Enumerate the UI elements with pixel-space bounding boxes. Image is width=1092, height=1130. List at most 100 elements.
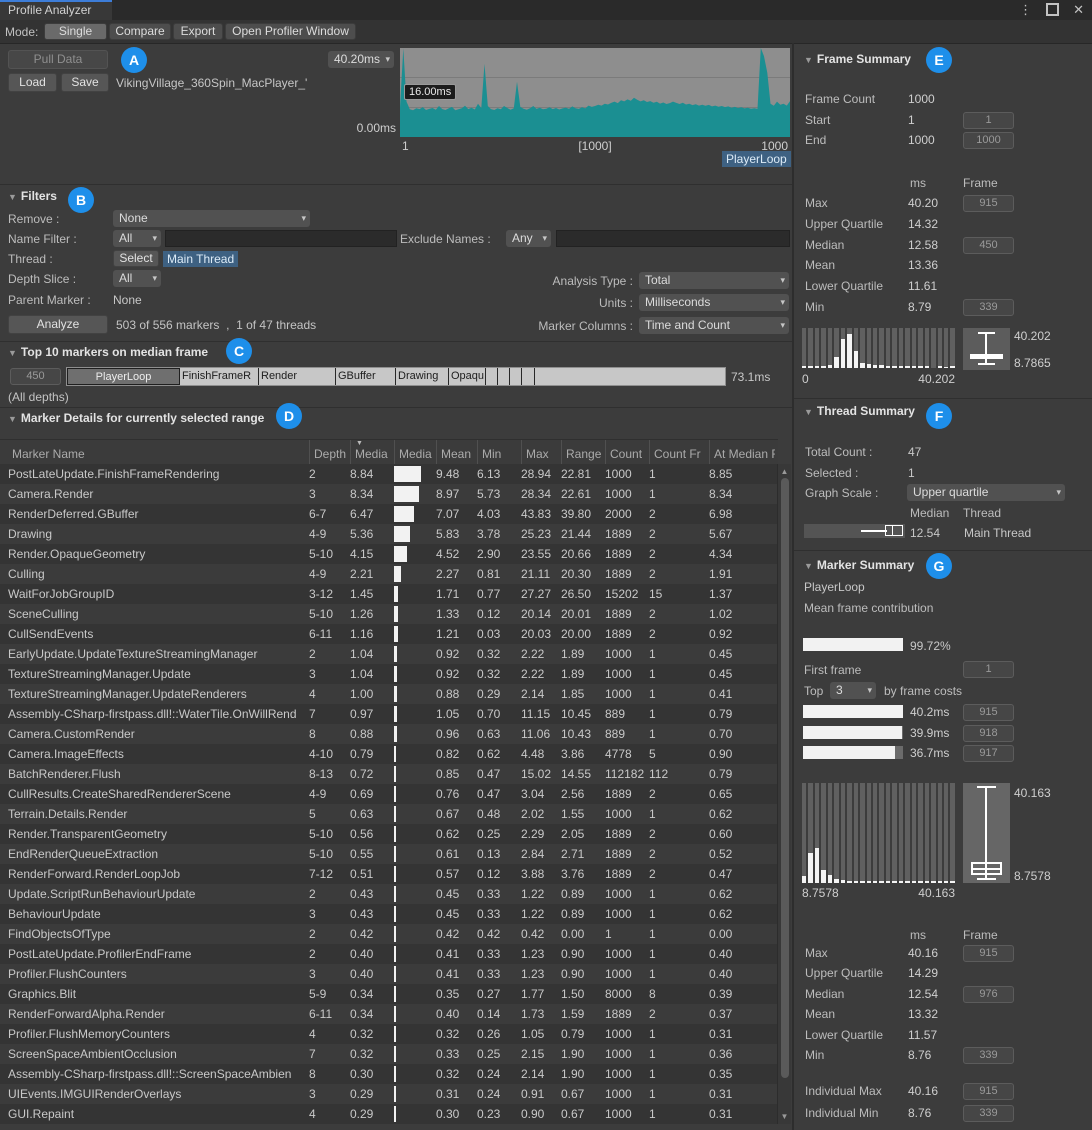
depth-slice-dropdown[interactable]: All▾ <box>113 270 161 287</box>
maximize-icon[interactable] <box>1046 3 1059 16</box>
table-row[interactable]: PostLateUpdate.ProfilerEndFrame20.400.41… <box>0 944 778 964</box>
frame-badge[interactable]: 917 <box>963 745 1014 762</box>
table-row[interactable]: Profiler.FlushMemoryCounters40.320.320.2… <box>0 1024 778 1044</box>
table-row[interactable]: Drawing4-95.365.833.7825.2321.44188925.6… <box>0 524 778 544</box>
top10-segment-gbuffer[interactable]: GBuffer <box>336 368 396 385</box>
column-header-max[interactable]: Max <box>521 440 558 465</box>
table-row[interactable]: Update.ScriptRunBehaviourUpdate20.430.45… <box>0 884 778 904</box>
top10-segment[interactable] <box>535 368 725 385</box>
table-row[interactable]: FindObjectsOfType20.420.420.420.420.0011… <box>0 924 778 944</box>
scroll-up-icon[interactable]: ▲ <box>778 467 791 476</box>
table-row[interactable]: Assembly-CSharp-firstpass.dll!::WaterTil… <box>0 704 778 724</box>
table-row[interactable]: RenderForward.RenderLoopJob7-120.510.570… <box>0 864 778 884</box>
frame-badge[interactable]: 339 <box>963 1105 1014 1122</box>
table-row[interactable]: Graphics.Blit5-90.340.350.271.771.508000… <box>0 984 778 1004</box>
frame-badge[interactable]: 915 <box>963 1083 1014 1100</box>
table-row[interactable]: RenderDeferred.GBuffer6-76.477.074.0343.… <box>0 504 778 524</box>
top10-segment[interactable] <box>522 368 535 385</box>
table-row[interactable]: UIEvents.IMGUIRenderOverlays30.290.310.2… <box>0 1084 778 1104</box>
name-filter-input[interactable] <box>165 230 397 247</box>
table-row[interactable]: EarlyUpdate.UpdateTextureStreamingManage… <box>0 644 778 664</box>
analyze-button[interactable]: Analyze <box>8 315 108 334</box>
table-row[interactable]: GUI.Repaint40.290.300.230.900.67100010.3… <box>0 1104 778 1124</box>
column-header-depth[interactable]: Depth <box>309 440 347 465</box>
table-row[interactable]: Profiler.FlushCounters30.400.410.331.230… <box>0 964 778 984</box>
open-profiler-window-button[interactable]: Open Profiler Window <box>225 23 356 40</box>
tab-profile-analyzer[interactable]: Profile Analyzer <box>0 0 112 20</box>
column-header-bar[interactable]: Media <box>394 440 432 465</box>
thread-selected-chip[interactable]: Main Thread <box>163 251 238 267</box>
name-filter-mode-dropdown[interactable]: All▾ <box>113 230 161 247</box>
exclude-mode-dropdown[interactable]: Any▾ <box>506 230 551 247</box>
table-row[interactable]: CullResults.CreateSharedRendererScene4-9… <box>0 784 778 804</box>
first-frame-badge[interactable]: 1 <box>963 661 1014 678</box>
frame-histogram[interactable] <box>802 328 955 368</box>
top10-segment-render[interactable]: Render <box>259 368 336 385</box>
top10-segment[interactable] <box>498 368 510 385</box>
exclude-names-input[interactable] <box>556 230 790 247</box>
top10-marker-bar[interactable]: PlayerLoopFinishFrameRRenderGBufferDrawi… <box>66 367 726 386</box>
analysis-type-dropdown[interactable]: Total▾ <box>639 272 789 289</box>
frame-badge[interactable]: 915 <box>963 945 1014 962</box>
top10-segment[interactable] <box>510 368 522 385</box>
frame-badge[interactable]: 915 <box>963 195 1014 212</box>
table-row[interactable]: Assembly-CSharp-firstpass.dll!::ScreenSp… <box>0 1064 778 1084</box>
table-scrollbar[interactable]: ▲ ▼ <box>777 464 791 1124</box>
top10-segment[interactable] <box>486 368 498 385</box>
table-row[interactable]: ScreenSpaceAmbientOcclusion70.320.330.25… <box>0 1044 778 1064</box>
column-header-count[interactable]: Count <box>605 440 646 465</box>
top10-section-header[interactable]: ▼Top 10 markers on median frame <box>8 345 208 359</box>
marker-summary-header[interactable]: ▼Marker Summary <box>804 558 914 572</box>
table-row[interactable]: Render.OpaqueGeometry5-104.154.522.9023.… <box>0 544 778 564</box>
scroll-down-icon[interactable]: ▼ <box>778 1112 791 1121</box>
frame-badge[interactable]: 1 <box>963 112 1014 129</box>
table-row[interactable]: BatchRenderer.Flush8-130.720.850.4715.02… <box>0 764 778 784</box>
frame-badge[interactable]: 450 <box>963 237 1014 254</box>
top10-segment-finishframer[interactable]: FinishFrameR <box>180 368 259 385</box>
top10-segment-drawing[interactable]: Drawing <box>396 368 449 385</box>
top10-segment-opaqu[interactable]: Opaqu <box>449 368 486 385</box>
table-row[interactable]: PostLateUpdate.FinishFrameRendering28.84… <box>0 464 778 484</box>
close-icon[interactable]: ✕ <box>1073 2 1084 17</box>
top-n-dropdown[interactable]: 3▾ <box>830 682 876 699</box>
graph-scale-dropdown[interactable]: 40.20ms▾ <box>328 51 394 68</box>
thread-graph-scale-dropdown[interactable]: Upper quartile▾ <box>907 484 1065 501</box>
save-button[interactable]: Save <box>61 73 109 92</box>
frame-badge[interactable]: 915 <box>963 704 1014 721</box>
thread-select-button[interactable]: Select <box>113 250 159 267</box>
pull-data-button[interactable]: Pull Data <box>8 50 108 69</box>
scrollbar-thumb[interactable] <box>781 478 789 1078</box>
column-header-range[interactable]: Range <box>561 440 602 465</box>
thread-summary-header[interactable]: ▼Thread Summary <box>804 404 915 418</box>
table-row[interactable]: RenderForwardAlpha.Render6-110.340.400.1… <box>0 1004 778 1024</box>
table-row[interactable]: Camera.ImageEffects4-100.790.820.624.483… <box>0 744 778 764</box>
marker-table-header[interactable]: Marker NameDepthMediaMediaMeanMinMaxRang… <box>0 439 778 466</box>
frame-badge[interactable]: 1000 <box>963 132 1014 149</box>
marker-columns-dropdown[interactable]: Time and Count▾ <box>639 317 789 334</box>
filters-section-header[interactable]: ▼Filters <box>8 189 57 203</box>
table-row[interactable]: TextureStreamingManager.Update31.040.920… <box>0 664 778 684</box>
top10-frame-badge[interactable]: 450 <box>10 368 61 385</box>
mode-export-button[interactable]: Export <box>173 23 223 40</box>
mode-single-button[interactable]: Single <box>44 23 107 40</box>
thread-name-value[interactable]: Main Thread <box>964 526 1031 540</box>
frame-badge[interactable]: 339 <box>963 299 1014 316</box>
marker-details-section-header[interactable]: ▼Marker Details for currently selected r… <box>8 411 264 425</box>
frame-badge[interactable]: 976 <box>963 986 1014 1003</box>
table-row[interactable]: TextureStreamingManager.UpdateRenderers4… <box>0 684 778 704</box>
mode-compare-button[interactable]: Compare <box>109 23 171 40</box>
table-row[interactable]: BehaviourUpdate30.430.450.331.220.891000… <box>0 904 778 924</box>
menu-kebab-icon[interactable]: ⋮ <box>1019 2 1032 17</box>
table-row[interactable]: EndRenderQueueExtraction5-100.550.610.13… <box>0 844 778 864</box>
units-dropdown[interactable]: Milliseconds▾ <box>639 294 789 311</box>
table-row[interactable]: Culling4-92.212.270.8121.1120.30188921.9… <box>0 564 778 584</box>
frame-badge[interactable]: 339 <box>963 1047 1014 1064</box>
frame-badge[interactable]: 918 <box>963 725 1014 742</box>
remove-dropdown[interactable]: None▾ <box>113 210 310 227</box>
graph-selection-chip[interactable]: PlayerLoop <box>722 151 791 167</box>
load-button[interactable]: Load <box>8 73 57 92</box>
table-row[interactable]: Render.TransparentGeometry5-100.560.620.… <box>0 824 778 844</box>
frame-summary-header[interactable]: ▼Frame Summary <box>804 52 911 66</box>
marker-histogram[interactable] <box>802 783 955 883</box>
column-header-cframe[interactable]: Count Fra <box>649 440 701 465</box>
